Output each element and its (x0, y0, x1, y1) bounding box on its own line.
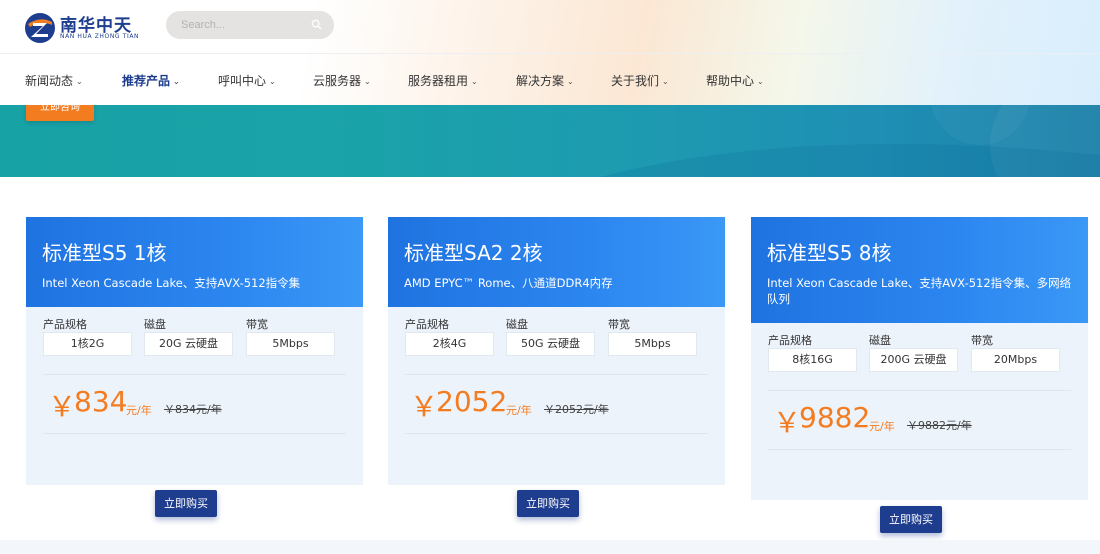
divider (43, 433, 346, 434)
spec-label-bandwidth: 带宽 (608, 318, 630, 331)
original-price: ￥834元/年 (164, 403, 222, 416)
chevron-down-icon: ⌄ (364, 77, 371, 86)
search-icon[interactable] (311, 19, 322, 30)
chevron-down-icon: ⌄ (269, 77, 276, 86)
spec-label-disk: 磁盘 (869, 334, 891, 347)
spec-row: 产品规格 磁盘 带宽 8核16G 200G 云硬盘 20Mbps (768, 332, 1071, 390)
price-row: ￥ 9882 元/年 ￥9882元/年 (768, 391, 1071, 449)
card-header: 标准型S5 8核 Intel Xeon Cascade Lake、支持AVX-5… (751, 217, 1088, 323)
card-title: 标准型S5 8核 (767, 241, 892, 265)
chevron-down-icon: ⌄ (757, 77, 764, 86)
nav-label: 云服务器 (313, 74, 362, 88)
nav-label: 服务器租用 (408, 74, 469, 88)
chevron-down-icon: ⌄ (173, 77, 180, 86)
spec-value-bandwidth: 5Mbps (246, 332, 335, 356)
nav-item-server-rental[interactable]: 服务器租用 ⌄ (408, 72, 478, 89)
spec-label-disk: 磁盘 (144, 318, 166, 331)
price-unit: 元/年 (506, 404, 532, 417)
price-value: 834 (74, 385, 128, 418)
nav-item-news[interactable]: 新闻动态 ⌄ (25, 72, 83, 89)
spec-row: 产品规格 磁盘 带宽 2核4G 50G 云硬盘 5Mbps (405, 316, 708, 374)
buy-button[interactable]: 立即购买 (880, 506, 942, 533)
spec-value-disk: 50G 云硬盘 (506, 332, 595, 356)
chevron-down-icon: ⌄ (567, 77, 574, 86)
spec-value-disk: 200G 云硬盘 (869, 348, 958, 372)
chevron-down-icon: ⌄ (471, 77, 478, 86)
nav-label: 推荐产品 (122, 74, 171, 88)
spec-value-bandwidth: 20Mbps (971, 348, 1060, 372)
next-section-edge (0, 540, 1100, 554)
card-body: 产品规格 磁盘 带宽 1核2G 20G 云硬盘 5Mbps ￥ 834 元/年 … (26, 316, 363, 517)
price-value: 9882 (799, 401, 871, 434)
nav-item-products[interactable]: 推荐产品 ⌄ (122, 72, 180, 89)
chevron-down-icon: ⌄ (76, 77, 83, 86)
nav-label: 帮助中心 (706, 74, 755, 88)
brand-name-en: NAN HUA ZHONG TIAN (60, 33, 140, 40)
consult-button[interactable]: 立即咨询 (26, 105, 94, 121)
product-card-1: 标准型S5 1核 Intel Xeon Cascade Lake、支持AVX-5… (26, 217, 363, 517)
spec-label-bandwidth: 带宽 (971, 334, 993, 347)
card-body: 产品规格 磁盘 带宽 8核16G 200G 云硬盘 20Mbps ￥ 9882 … (751, 332, 1088, 533)
spec-value-config: 8核16G (768, 348, 857, 372)
brand-logo[interactable]: 南华中天 NAN HUA ZHONG TIAN (24, 10, 144, 46)
nav-label: 解决方案 (516, 74, 565, 88)
currency-symbol: ￥ (410, 390, 439, 423)
card-subtitle: Intel Xeon Cascade Lake、支持AVX-512指令集 (42, 276, 301, 290)
price-row: ￥ 2052 元/年 ￥2052元/年 (405, 375, 708, 433)
nav-item-solutions[interactable]: 解决方案 ⌄ (516, 72, 574, 89)
nav-item-help[interactable]: 帮助中心 ⌄ (706, 72, 764, 89)
hero-banner: 立即咨询 (0, 105, 1100, 177)
price-row: ￥ 834 元/年 ￥834元/年 (43, 375, 346, 433)
price-unit: 元/年 (126, 404, 152, 417)
card-subtitle: Intel Xeon Cascade Lake、支持AVX-512指令集、多网络… (767, 276, 1072, 306)
spec-value-config: 1核2G (43, 332, 132, 356)
chevron-down-icon: ⌄ (662, 77, 669, 86)
search-box (166, 11, 334, 39)
card-header: 标准型S5 1核 Intel Xeon Cascade Lake、支持AVX-5… (26, 217, 363, 307)
spec-label-disk: 磁盘 (506, 318, 528, 331)
original-price: ￥9882元/年 (907, 419, 972, 432)
site-header: 南华中天 NAN HUA ZHONG TIAN 新闻动态⌄ 推荐产品⌄ 呼叫中心… (0, 0, 1100, 105)
original-price: ￥2052元/年 (544, 403, 609, 416)
spec-value-disk: 20G 云硬盘 (144, 332, 233, 356)
buy-button[interactable]: 立即购买 (517, 490, 579, 517)
spec-label-config: 产品规格 (768, 334, 812, 347)
product-card-3: 标准型S5 8核 Intel Xeon Cascade Lake、支持AVX-5… (751, 217, 1088, 533)
nav-label: 呼叫中心 (218, 74, 267, 88)
nav-item-call-center[interactable]: 呼叫中心 ⌄ (218, 72, 276, 89)
currency-symbol: ￥ (773, 406, 802, 439)
nav-item-about[interactable]: 关于我们 ⌄ (611, 72, 669, 89)
nav-label: 新闻动态 (25, 74, 74, 88)
header-top-bar: 南华中天 NAN HUA ZHONG TIAN (0, 0, 1100, 54)
spec-row: 产品规格 磁盘 带宽 1核2G 20G 云硬盘 5Mbps (43, 316, 346, 374)
card-title: 标准型S5 1核 (42, 241, 167, 265)
nav-item-cloud-server[interactable]: 云服务器 ⌄ (313, 72, 371, 89)
card-subtitle: AMD EPYC™ Rome、八通道DDR4内存 (404, 276, 613, 290)
divider (768, 449, 1071, 450)
spec-value-config: 2核4G (405, 332, 494, 356)
card-body: 产品规格 磁盘 带宽 2核4G 50G 云硬盘 5Mbps ￥ 2052 元/年… (388, 316, 725, 517)
logo-mark-icon (25, 13, 55, 43)
search-input[interactable] (181, 17, 301, 33)
main-nav: 新闻动态 ⌄ 推荐产品 ⌄ 呼叫中心 ⌄ 云服务器 ⌄ 服务器租用 ⌄ 解决方案 ⌄ 关于我… (0, 55, 1100, 105)
spec-label-config: 产品规格 (43, 318, 87, 331)
divider (405, 433, 708, 434)
card-header: 标准型SA2 2核 AMD EPYC™ Rome、八通道DDR4内存 (388, 217, 725, 307)
card-title: 标准型SA2 2核 (404, 241, 543, 265)
price-value: 2052 (436, 385, 508, 418)
spec-value-bandwidth: 5Mbps (608, 332, 697, 356)
banner-decoration (600, 105, 1100, 177)
price-unit: 元/年 (869, 420, 895, 433)
product-card-2: 标准型SA2 2核 AMD EPYC™ Rome、八通道DDR4内存 产品规格 … (388, 217, 725, 517)
nav-label: 关于我们 (611, 74, 660, 88)
spec-label-config: 产品规格 (405, 318, 449, 331)
spec-label-bandwidth: 带宽 (246, 318, 268, 331)
currency-symbol: ￥ (48, 390, 77, 423)
buy-button[interactable]: 立即购买 (155, 490, 217, 517)
